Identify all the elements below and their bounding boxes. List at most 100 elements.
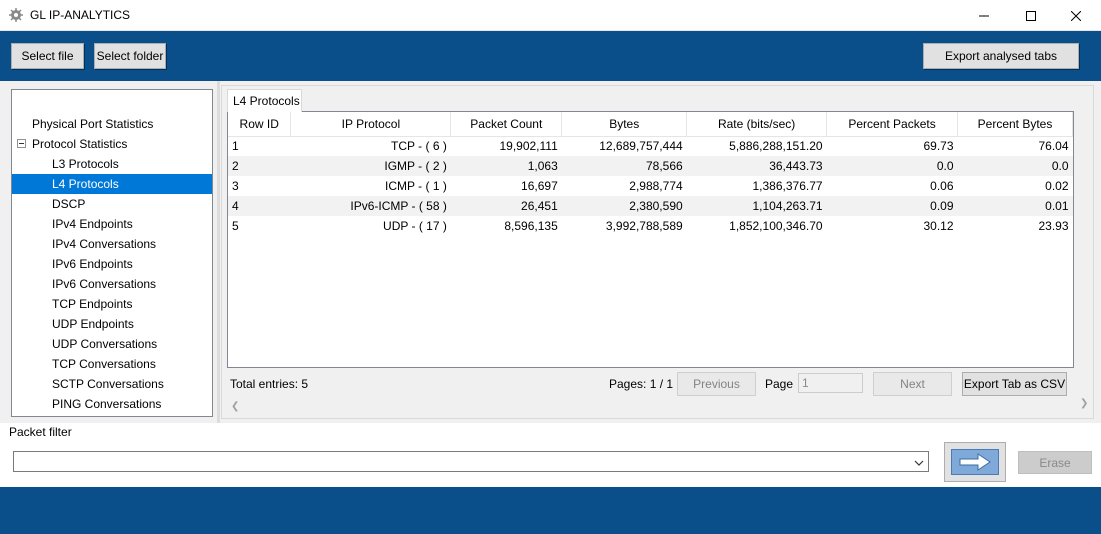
status-band <box>0 487 1101 534</box>
erase-filter-button[interactable]: Erase <box>1018 451 1092 474</box>
tab-l4-protocols[interactable]: L4 Protocols <box>227 89 302 112</box>
cell-percent-packets: 0.09 <box>826 196 958 216</box>
cell-bytes: 3,992,788,589 <box>605 219 683 233</box>
tree-item-ipv4-endpoints[interactable]: IPv4 Endpoints <box>12 214 212 234</box>
tree-item-l3-protocols[interactable]: L3 Protocols <box>12 154 212 174</box>
select-file-button[interactable]: Select file <box>11 43 84 69</box>
packet-filter-label: Packet filter <box>9 425 72 439</box>
cell-percent-bytes: 23.93 <box>1038 219 1069 233</box>
cell-row-id: 3 <box>232 179 239 193</box>
cell-percent-bytes: 0.02 <box>1045 179 1069 193</box>
cell-row-id: 1 <box>232 139 239 154</box>
cell-packet-count: 19,902,111 <box>499 139 558 154</box>
cell-row-id: 4 <box>228 196 291 216</box>
tree-item-ipv6-endpoints[interactable]: IPv6 Endpoints <box>12 254 212 274</box>
cell-row-id: 2 <box>228 156 291 176</box>
cell-ip-protocol: TCP - ( 6 ) <box>391 139 447 154</box>
table-row[interactable]: 5 UDP - ( 17 ) 8,596,135 3,992,788,589 1… <box>228 216 1073 236</box>
cell-bytes: 2,988,774 <box>629 179 683 193</box>
tree-item-tcp-endpoints[interactable]: TCP Endpoints <box>12 294 212 314</box>
column-header-ip-protocol[interactable]: IP Protocol <box>290 112 452 137</box>
cell-rate: 36,443.73 <box>686 156 827 176</box>
tree-item-ipv6-conversations[interactable]: IPv6 Conversations <box>12 274 212 294</box>
cell-ip-protocol: UDP - ( 17 ) <box>383 219 447 233</box>
cell-bytes: 12,689,757,444 <box>599 139 683 154</box>
tree-item-tcp-conversations[interactable]: TCP Conversations <box>12 354 212 374</box>
cell-percent-packets: 30.12 <box>923 219 954 233</box>
table-row[interactable]: 3 ICMP - ( 1 ) 16,697 2,988,774 1,386,37… <box>228 176 1073 196</box>
cell-percent-packets: 0.0 <box>826 156 958 176</box>
tree-item-sctp-conversations[interactable]: SCTP Conversations <box>12 374 212 394</box>
page-number-input[interactable]: 1 <box>798 373 863 393</box>
cell-percent-bytes: 0.01 <box>957 196 1073 216</box>
vertical-scrollbar[interactable]: ❯ <box>1076 111 1093 416</box>
main-panel: Physical Port Statistics Protocol Statis… <box>0 81 1101 423</box>
cell-packet-count: 26,451 <box>450 196 562 216</box>
results-table: Row ID IP Protocol Packet Count Bytes Ra… <box>228 112 1073 236</box>
statistics-tree[interactable]: Physical Port Statistics Protocol Statis… <box>11 89 213 417</box>
arrow-right-icon <box>951 449 999 475</box>
page-label: Page <box>765 377 794 391</box>
pages-label: Pages: 1 / 1 <box>609 377 674 391</box>
cell-ip-protocol: ICMP - ( 1 ) <box>385 179 447 193</box>
cell-bytes: 78,566 <box>561 156 687 176</box>
cell-ip-protocol: IPv6-ICMP - ( 58 ) <box>290 196 451 216</box>
tree-item-udp-conversations[interactable]: UDP Conversations <box>12 334 212 354</box>
chevron-down-icon[interactable] <box>914 457 924 467</box>
column-header-percent-packets[interactable]: Percent Packets <box>826 112 958 137</box>
column-header-bytes[interactable]: Bytes <box>561 112 688 137</box>
column-header-percent-bytes[interactable]: Percent Bytes <box>957 112 1073 137</box>
table-row[interactable]: 2 IGMP - ( 2 ) 1,063 78,566 36,443.73 0.… <box>228 156 1073 176</box>
next-page-button[interactable]: Next <box>873 372 952 396</box>
tree-item-dscp[interactable]: DSCP <box>12 194 212 214</box>
app-gear-icon <box>9 8 23 22</box>
previous-page-button[interactable]: Previous <box>677 372 756 396</box>
scroll-left-icon[interactable]: ❮ <box>231 401 239 412</box>
cell-percent-packets: 69.73 <box>923 139 954 154</box>
cell-rate: 1,852,100,346.70 <box>729 219 823 233</box>
cell-packet-count: 16,697 <box>521 179 558 193</box>
pagination-bar: Total entries: 5 Pages: 1 / 1 Previous P… <box>227 371 1074 397</box>
select-folder-button[interactable]: Select folder <box>94 43 166 69</box>
table-header-row: Row ID IP Protocol Packet Count Bytes Ra… <box>228 112 1073 137</box>
tree-item-ping-conversations[interactable]: PING Conversations <box>12 394 212 414</box>
cell-bytes: 2,380,590 <box>561 196 687 216</box>
packet-filter-combobox[interactable] <box>13 451 929 472</box>
horizontal-scrollbar[interactable]: ❮ <box>227 399 1074 416</box>
cell-packet-count: 1,063 <box>450 156 562 176</box>
column-header-row-id[interactable]: Row ID <box>228 112 292 137</box>
collapse-icon[interactable] <box>17 139 26 148</box>
panel-splitter[interactable] <box>217 81 220 423</box>
column-header-rate[interactable]: Rate (bits/sec) <box>686 112 828 137</box>
column-header-packet-count[interactable]: Packet Count <box>450 112 563 137</box>
tree-item-ipv4-conversations[interactable]: IPv4 Conversations <box>12 234 212 254</box>
maximize-button[interactable] <box>1008 0 1054 31</box>
window-title: GL IP-ANALYTICS <box>30 8 131 22</box>
total-entries-label: Total entries: 5 <box>230 377 309 391</box>
scroll-down-icon[interactable]: ❯ <box>1080 398 1088 409</box>
tree-item-udp-endpoints[interactable]: UDP Endpoints <box>12 314 212 334</box>
tree-item-protocol-statistics[interactable]: Protocol Statistics <box>12 134 212 154</box>
tree-item-physical-port-statistics[interactable]: Physical Port Statistics <box>12 114 212 134</box>
close-button[interactable] <box>1053 0 1099 31</box>
results-table-panel: Row ID IP Protocol Packet Count Bytes Ra… <box>227 111 1074 368</box>
title-bar: GL IP-ANALYTICS <box>0 0 1101 31</box>
cell-percent-packets: 0.06 <box>930 179 954 193</box>
table-row[interactable]: 1 TCP - ( 6 ) 19,902,111 12,689,757,444 … <box>228 136 1073 156</box>
export-tab-csv-button[interactable]: Export Tab as CSV <box>962 372 1067 396</box>
export-analysed-tabs-button[interactable]: Export analysed tabs <box>923 43 1079 69</box>
cell-rate: 5,886,288,151.20 <box>729 139 823 154</box>
cell-row-id: 5 <box>232 219 239 233</box>
cell-packet-count: 8,596,135 <box>504 219 558 233</box>
cell-rate: 1,104,263.71 <box>686 196 827 216</box>
tree-item-label: Protocol Statistics <box>32 137 128 151</box>
cell-ip-protocol: IGMP - ( 2 ) <box>290 156 451 176</box>
cell-percent-bytes: 0.0 <box>957 156 1073 176</box>
minimize-button[interactable] <box>961 0 1007 31</box>
tree-item-l4-protocols[interactable]: L4 Protocols <box>12 174 212 194</box>
cell-rate: 1,386,376.77 <box>752 179 823 193</box>
cell-percent-bytes: 76.04 <box>1038 139 1069 154</box>
toolbar: Select file Select folder Export analyse… <box>0 31 1101 81</box>
apply-filter-button[interactable] <box>944 442 1006 482</box>
table-row[interactable]: 4 IPv6-ICMP - ( 58 ) 26,451 2,380,590 1,… <box>228 196 1073 216</box>
